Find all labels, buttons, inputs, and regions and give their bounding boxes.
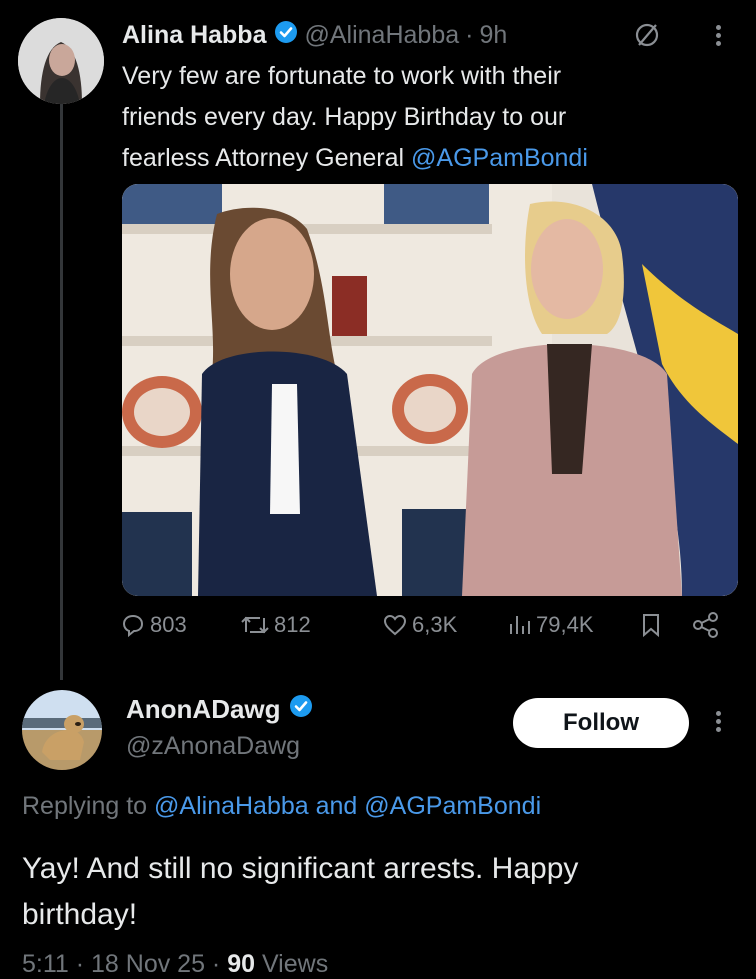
reply-text-line: birthday! bbox=[22, 898, 138, 931]
views-button[interactable]: 79,4K bbox=[508, 612, 594, 638]
tweet-text-line: friends every day. Happy Birthday to our bbox=[122, 103, 567, 131]
reply-button[interactable]: 803 bbox=[120, 612, 187, 638]
grok-slash-icon[interactable] bbox=[634, 22, 660, 53]
replying-to-prefix: Replying to bbox=[22, 792, 155, 820]
repost-icon bbox=[241, 616, 269, 634]
mention-link[interactable]: @AlinaHabba bbox=[154, 792, 309, 820]
reply-author-handle[interactable]: @zAnonaDawg bbox=[126, 732, 300, 761]
tweet-header: Alina Habba @AlinaHabba · 9h bbox=[122, 18, 507, 52]
thread-connector-line bbox=[60, 104, 63, 680]
tweet-photo[interactable] bbox=[122, 184, 738, 596]
author-display-name[interactable]: Alina Habba bbox=[122, 21, 266, 50]
like-button[interactable]: 6,3K bbox=[382, 612, 457, 638]
reply-views-label: Views bbox=[255, 950, 329, 978]
share-icon bbox=[693, 612, 718, 638]
tweet-action-bar: 803 812 6,3K 79,4K bbox=[120, 612, 730, 652]
views-icon bbox=[510, 616, 530, 634]
reply-header: AnonADawg bbox=[126, 694, 313, 725]
follow-button[interactable]: Follow bbox=[513, 698, 689, 748]
repost-count: 812 bbox=[274, 612, 311, 637]
reply-text-line: Yay! And still no significant arrests. H… bbox=[22, 852, 579, 885]
mention-link[interactable]: @AGPamBondi bbox=[411, 144, 588, 172]
reply-author-display-name[interactable]: AnonADawg bbox=[126, 694, 281, 725]
author-handle[interactable]: @AlinaHabba bbox=[304, 21, 459, 50]
reply-author-avatar[interactable] bbox=[22, 690, 102, 770]
avatar-dog-image bbox=[22, 690, 102, 770]
tweet-text-line: Very few are fortunate to work with thei… bbox=[122, 62, 562, 90]
bookmark-icon bbox=[643, 614, 659, 638]
reply-meta: 5:11 · 18 Nov 25 · 90 Views bbox=[22, 950, 328, 979]
views-count: 79,4K bbox=[536, 612, 594, 637]
replying-to-line: Replying to @AlinaHabba and @AGPamBondi bbox=[22, 792, 541, 821]
replying-to-and: and bbox=[308, 792, 365, 820]
verified-badge-icon bbox=[274, 20, 298, 51]
author-avatar[interactable] bbox=[18, 18, 104, 104]
reply-count: 803 bbox=[150, 612, 187, 637]
reply-text: Yay! And still no significant arrests. H… bbox=[22, 846, 578, 938]
reply-timestamp[interactable]: 5:11 · 18 Nov 25 · bbox=[22, 950, 227, 978]
reply-views-count: 90 bbox=[227, 950, 256, 978]
share-button[interactable] bbox=[692, 612, 720, 638]
tweet-text: Very few are fortunate to work with thei… bbox=[122, 56, 588, 179]
like-icon bbox=[383, 614, 407, 636]
tweet-time[interactable]: 9h bbox=[479, 21, 507, 50]
like-count: 6,3K bbox=[412, 612, 458, 637]
bookmark-button[interactable] bbox=[640, 612, 662, 638]
verified-badge-icon bbox=[289, 694, 313, 725]
avatar-portrait-image bbox=[18, 18, 104, 104]
repost-button[interactable]: 812 bbox=[240, 612, 311, 638]
more-icon[interactable] bbox=[716, 708, 722, 735]
mention-link[interactable]: @AGPamBondi bbox=[364, 792, 541, 820]
reply-icon bbox=[122, 614, 144, 638]
tweet-text-fragment: fearless Attorney General bbox=[122, 144, 412, 172]
photo-illustration bbox=[122, 184, 738, 596]
separator-dot: · bbox=[465, 20, 474, 49]
more-icon[interactable] bbox=[716, 22, 722, 49]
tweet-text-line: fearless Attorney General @AGPamBondi bbox=[122, 138, 588, 179]
